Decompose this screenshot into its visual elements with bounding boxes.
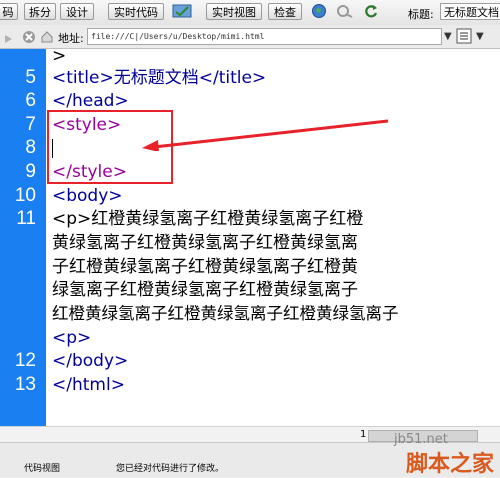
address-bar: 地址: file:///C|/Users/u/Desktop/mimi.html… [0,25,500,49]
code-line: <body> [52,186,123,206]
design-view-button[interactable]: 设计 [60,3,94,20]
code-line: </body> [52,351,129,371]
stop-icon[interactable] [22,29,36,48]
line-number: 11 [16,208,36,229]
code-line: <title>无标题文档</title> [52,68,267,88]
code-line: </html> [52,375,125,395]
globe-icon[interactable] [308,3,330,20]
split-view-button[interactable]: 拆分 [24,3,56,20]
list-icon[interactable] [456,28,474,44]
address-dropdown-icon[interactable]: ▼ [444,31,452,42]
watermark-brand: 脚本之家 [406,452,495,477]
code-line-wrapped: 绿氢离子红橙黄绿氢离子红橙黄绿氢离子 [52,280,358,300]
status-mode: 代码视图 [24,464,61,474]
code-line-paragraph: <p>红橙黄绿氢离子红橙黄绿氢离子红橙 [52,209,364,229]
line-number: 6 [25,90,36,111]
line-number-gutter: 5 6 7 8 9 10 11 12 13 [0,49,46,426]
code-line-wrapped: 黄绿氢离子红橙黄绿氢离子红橙黄绿氢离 [52,233,358,253]
scroll-number: 1 [360,429,367,440]
line-number: 8 [25,137,36,158]
title-label: 标题: [408,8,434,21]
code-line: > [52,46,67,66]
line-number: 5 [25,67,36,88]
line-number: 12 [14,350,36,371]
address-label: 地址: [58,32,84,45]
annotation-arrow-icon [142,119,389,151]
code-view-button[interactable]: 码 [0,3,18,20]
line-number: 13 [14,374,36,395]
document-toolbar: 码 拆分 设计 实时代码 实时视图 检查 标题: 无标题文档 [0,0,500,26]
live-code-button[interactable]: 实时代码 [108,3,164,20]
browser-check-icon[interactable] [170,3,194,20]
line-number: 10 [14,185,36,206]
code-line-wrapped: 子红橙黄绿氢离子红橙黄绿氢离子红橙黄 [52,257,358,277]
code-line: </head> [52,91,129,111]
code-line-wrapped: 红橙黄绿氢离子红橙黄绿氢离子红橙黄绿氢离子 [52,304,399,323]
line-number: 7 [25,114,36,135]
inspect-button[interactable]: 检查 [268,3,302,20]
line-number: 9 [25,161,36,182]
refresh-icon[interactable] [360,3,382,20]
address-input[interactable]: file:///C|/Users/u/Desktop/mimi.html [87,28,442,45]
navigate-icon[interactable] [334,3,356,20]
status-message: 您已经对代码进行了修改。 [116,464,225,474]
watermark-site: jb51.net [394,432,448,447]
live-view-button[interactable]: 实时视图 [206,3,262,20]
code-line: <p> [52,328,92,348]
forward-arrow-icon[interactable] [4,30,14,49]
options-dropdown-icon[interactable]: ▼ [476,31,484,42]
title-input[interactable]: 无标题文档 [440,3,500,20]
code-editor[interactable]: 5 6 7 8 9 10 11 12 13 > <title>无标题文档</ti… [0,46,500,426]
